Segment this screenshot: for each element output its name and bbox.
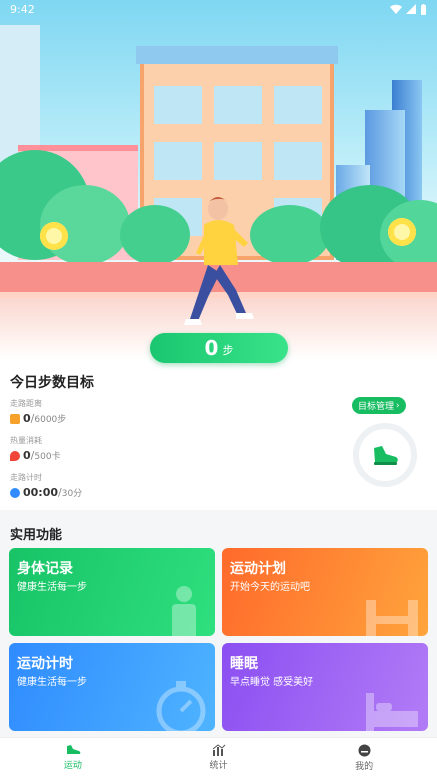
status-icons	[390, 3, 427, 15]
goal-manage-label: 目标管理	[358, 402, 395, 412]
features-title: 实用功能	[10, 528, 63, 543]
metric-duration: 走路计时 00:00/30分	[10, 473, 83, 499]
walker-illustration	[184, 197, 254, 325]
card-title: 运动计时	[17, 656, 73, 672]
flower	[388, 218, 416, 246]
hero-illustration	[0, 0, 437, 360]
flower	[40, 222, 68, 250]
goal-title: 今日步数目标	[10, 375, 94, 391]
shoe-icon	[66, 745, 81, 754]
card-title: 身体记录	[17, 561, 73, 577]
card-subtitle: 健康生活每一步	[17, 582, 87, 593]
bed-icon	[366, 693, 418, 731]
flame-icon	[10, 450, 20, 461]
goal-manage-button[interactable]: 目标管理 ›	[352, 397, 406, 414]
progress-ring	[353, 423, 417, 487]
battery-icon	[421, 3, 426, 15]
status-time: 9:42	[10, 2, 35, 16]
metric-label: 走路计时	[10, 473, 42, 482]
card-title: 运动计划	[230, 561, 286, 577]
step-count: 0	[204, 336, 219, 360]
signal-icon	[406, 4, 416, 14]
chart-icon	[212, 744, 225, 756]
shoe-icon	[374, 446, 398, 465]
step-unit: 步	[222, 344, 234, 357]
metric-calories: 热量消耗 0/500卡	[10, 436, 61, 462]
nav-item-stats[interactable]: 统计	[146, 738, 292, 777]
metric-current: 0	[23, 412, 31, 425]
status-bar: 9:42	[0, 0, 437, 18]
nav-label: 运动	[63, 761, 82, 771]
wifi-icon	[390, 4, 402, 14]
bottom-nav: 运动 统计 我的	[0, 737, 437, 777]
step-count-pill: 0 步	[150, 333, 288, 363]
nav-item-profile[interactable]: 我的	[291, 738, 437, 777]
feature-card-exercise-plan[interactable]: 运动计划 开始今天的运动吧	[222, 548, 428, 636]
nav-label: 统计	[209, 761, 228, 771]
card-title: 睡眠	[230, 656, 258, 672]
nav-label: 我的	[355, 761, 374, 772]
card-subtitle: 健康生活每一步	[17, 677, 87, 688]
metric-label: 热量消耗	[10, 436, 42, 445]
daily-goal-card: 今日步数目标 走路距离 0/6000步 热量消耗 0/500卡 走路计时 00:…	[0, 360, 437, 510]
stopwatch-icon	[156, 681, 206, 731]
walk-icon	[10, 413, 20, 424]
metric-label: 走路距离	[10, 399, 42, 408]
building	[0, 25, 40, 165]
metric-current: 0	[23, 449, 31, 462]
nav-item-exercise[interactable]: 运动	[0, 738, 146, 777]
metric-goal: 30分	[61, 489, 83, 499]
person-icon	[172, 586, 196, 636]
profile-icon	[358, 744, 371, 756]
feature-card-exercise-timer[interactable]: 运动计时 健康生活每一步	[9, 643, 215, 731]
feature-card-sleep[interactable]: 睡眠 早点睡觉 感受美好	[222, 643, 428, 731]
metric-goal: 500卡	[34, 452, 61, 462]
feature-card-body-record[interactable]: 身体记录 健康生活每一步	[9, 548, 215, 636]
dumbbell-icon	[366, 600, 418, 636]
metric-distance: 走路距离 0/6000步	[10, 399, 67, 425]
metric-goal: 6000步	[34, 415, 67, 425]
metric-current: 00:00	[23, 486, 59, 499]
timer-icon	[10, 487, 20, 498]
chevron-right-icon: ›	[396, 400, 400, 411]
card-subtitle: 开始今天的运动吧	[230, 582, 310, 593]
card-subtitle: 早点睡觉 感受美好	[230, 677, 314, 688]
